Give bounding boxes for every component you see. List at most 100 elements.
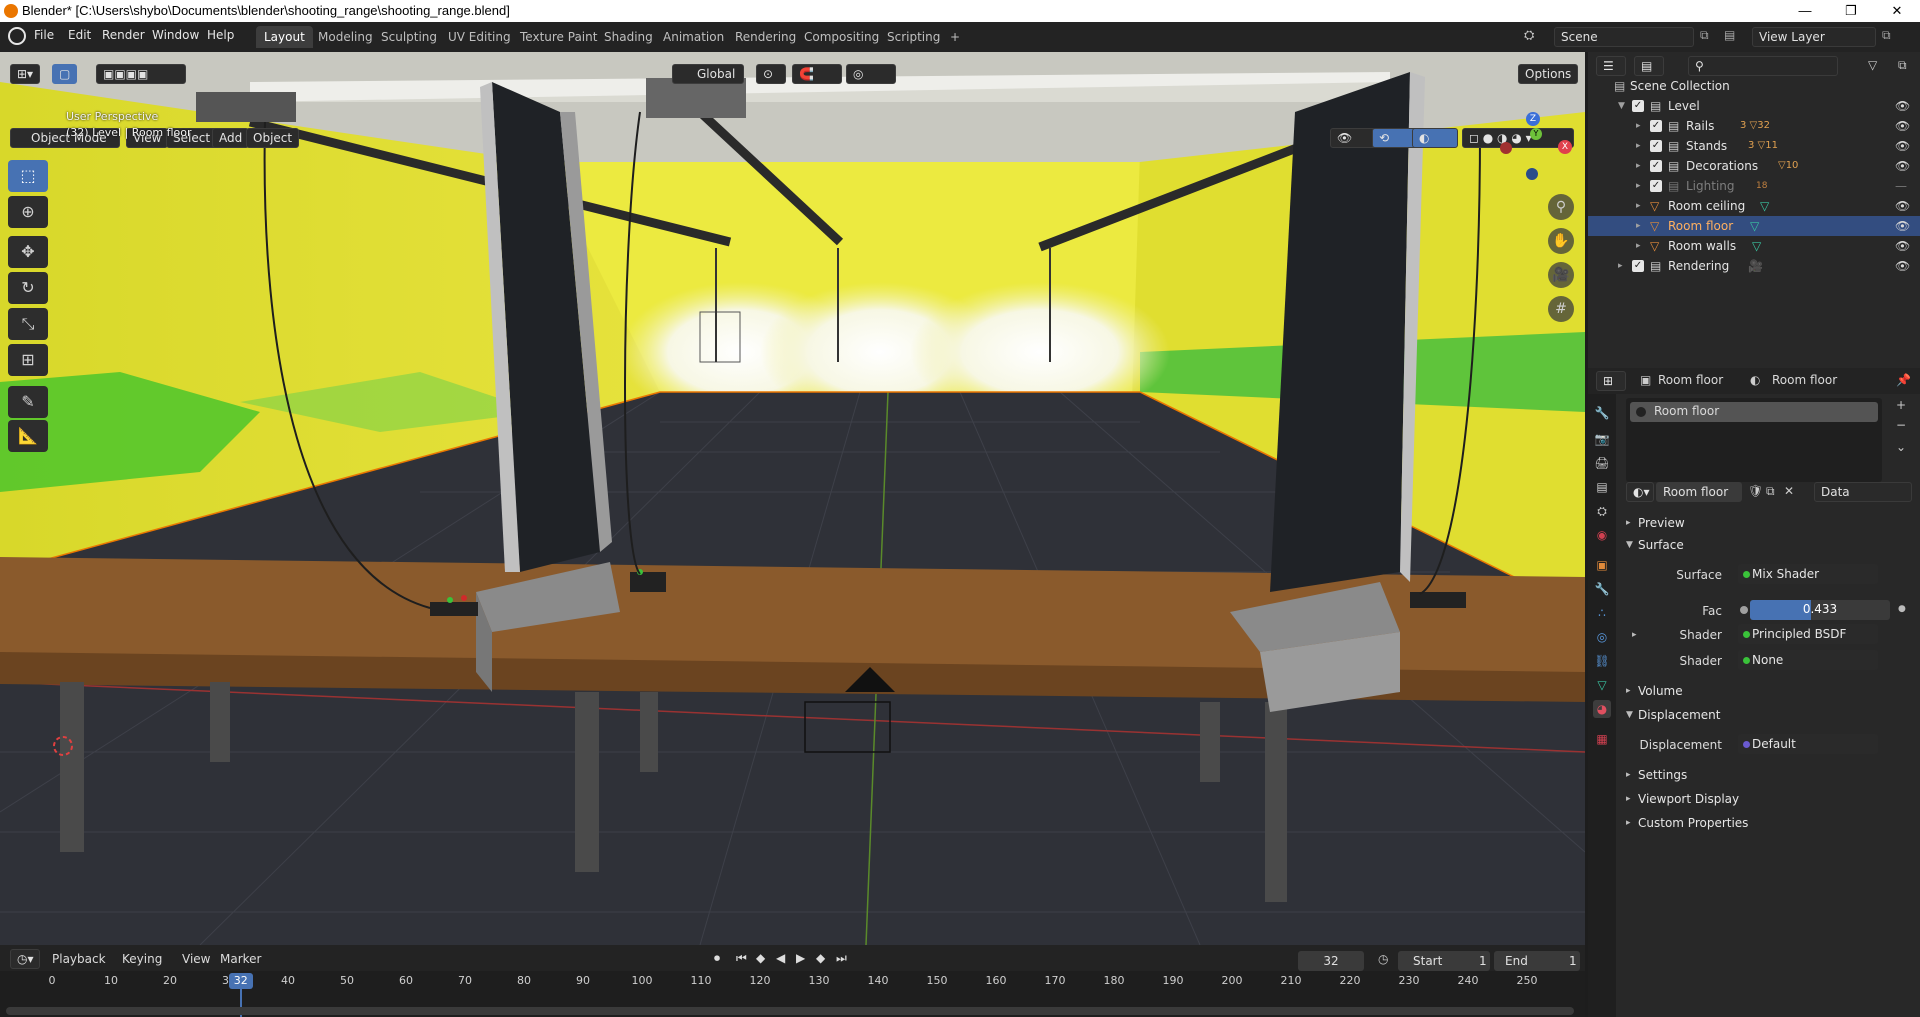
expand-arrow-icon[interactable]: ▸ — [1636, 156, 1646, 176]
checkbox-icon[interactable]: ✓ — [1632, 100, 1644, 112]
cursor-tool-icon[interactable]: ⊕ — [8, 196, 48, 228]
checkbox-icon[interactable]: ✓ — [1650, 180, 1662, 192]
eye-icon[interactable]: 👁 — [1895, 236, 1910, 256]
expand-arrow-icon[interactable]: ▸ — [1636, 136, 1646, 156]
playhead[interactable]: 32 — [228, 973, 253, 989]
menu-timeline-view[interactable]: View — [182, 952, 210, 966]
slot-menu-icon[interactable]: ⌄ — [1896, 440, 1906, 454]
checkbox-icon[interactable]: ✓ — [1650, 120, 1662, 132]
expand-arrow-icon[interactable]: ▸ — [1636, 176, 1646, 196]
shader1-selector[interactable]: Principled BSDF — [1738, 624, 1878, 644]
options-button[interactable]: Options — [1518, 64, 1579, 84]
outliner-row-rails[interactable]: ▸ ✓ ▤ Rails 3 ▽32 👁 — [1588, 116, 1920, 136]
display-mode-icon[interactable]: ▤ — [1634, 56, 1664, 76]
eye-icon[interactable]: 👁 — [1895, 156, 1910, 176]
rotate-tool-icon[interactable]: ↻ — [8, 272, 48, 304]
scene-tab-icon[interactable]: ⛭ — [1593, 502, 1611, 520]
outliner[interactable]: ☰ ▤ ⚲ ▽ ⧉ ▤ Scene Collection ▼ ✓ ▤ Level… — [1588, 52, 1920, 368]
new-collection-icon[interactable]: ⧉ — [1898, 58, 1907, 73]
outliner-row-stands[interactable]: ▸ ✓ ▤ Stands 3 ▽11 👁 — [1588, 136, 1920, 156]
surface-shader-selector[interactable]: Mix Shader — [1738, 564, 1878, 584]
duplicate-material-icon[interactable]: ⧉ — [1766, 484, 1775, 499]
tab-modeling[interactable]: Modeling — [310, 26, 381, 48]
new-scene-icon[interactable]: ⧉ — [1700, 28, 1709, 43]
outliner-row-room-floor[interactable]: ▸ ▽ Room floor ▽ 👁 — [1588, 216, 1920, 236]
output-tab-icon[interactable]: 🖨 — [1593, 454, 1611, 472]
play-reverse-icon[interactable]: ◀ — [776, 951, 785, 965]
menu-render[interactable]: Render — [102, 28, 145, 42]
pivot-icon[interactable]: ⊙ — [756, 64, 786, 84]
menu-add[interactable]: Add — [212, 128, 250, 148]
scale-tool-icon[interactable]: ⤡ — [8, 308, 48, 340]
camera-view-icon[interactable]: 🎥 — [1548, 262, 1574, 288]
ortho-grid-icon[interactable]: # — [1548, 296, 1574, 322]
play-icon[interactable]: ▶ — [796, 951, 805, 965]
tab-sculpting[interactable]: Sculpting — [373, 26, 445, 48]
tab-animation[interactable]: Animation — [655, 26, 732, 48]
zoom-icon[interactable]: ⚲ — [1548, 194, 1574, 220]
neg-x-axis-icon[interactable] — [1500, 142, 1512, 154]
eye-icon[interactable]: 👁 — [1895, 136, 1910, 156]
transform-orientation-selector[interactable]: Global — [672, 64, 744, 84]
breadcrumb-object[interactable]: Room floor — [1658, 373, 1723, 387]
measure-tool-icon[interactable]: 📐 — [8, 420, 48, 452]
eye-icon[interactable]: 👁 — [1895, 256, 1910, 276]
minimize-button[interactable]: — — [1782, 0, 1828, 22]
tab-rendering[interactable]: Rendering — [727, 26, 804, 48]
eye-icon[interactable]: 👁 — [1895, 196, 1910, 216]
preview-range-icon[interactable]: ◷ — [1378, 952, 1388, 966]
material-slot-list[interactable]: Room floor — [1626, 398, 1882, 482]
checkbox-icon[interactable]: ✓ — [1650, 140, 1662, 152]
expand-arrow-icon[interactable]: ▸ — [1636, 196, 1646, 216]
outliner-row-lighting[interactable]: ▸ ✓ ▤ Lighting 18 — — [1588, 176, 1920, 196]
add-workspace-button[interactable]: + — [942, 26, 968, 48]
section-preview[interactable]: ▸ Preview — [1618, 512, 1914, 534]
properties-editor[interactable]: ⊞ ▣ Room floor ◐ Room floor 📌 🔧 📷 🖨 ▤ ⛭ … — [1588, 368, 1920, 1017]
section-custom-properties[interactable]: ▸ Custom Properties — [1618, 812, 1914, 834]
tool-tab-icon[interactable]: 🔧 — [1593, 404, 1611, 422]
eye-hidden-icon[interactable]: — — [1895, 176, 1907, 196]
tab-compositing[interactable]: Compositing — [796, 26, 887, 48]
eye-icon[interactable]: 👁 — [1895, 216, 1910, 236]
new-view-layer-icon[interactable]: ⧉ — [1882, 28, 1891, 43]
z-axis-icon[interactable]: Z — [1526, 112, 1540, 126]
menu-file[interactable]: File — [34, 28, 54, 42]
tab-scripting[interactable]: Scripting — [879, 26, 948, 48]
pin-icon[interactable]: 📌 — [1896, 373, 1911, 387]
view-layer-tab-icon[interactable]: ▤ — [1593, 478, 1611, 496]
maximize-button[interactable]: ❐ — [1828, 0, 1874, 22]
pan-hand-icon[interactable]: ✋ — [1548, 228, 1574, 254]
modifier-tab-icon[interactable]: 🔧 — [1593, 580, 1611, 598]
section-surface[interactable]: ▼ Surface — [1618, 534, 1914, 556]
expand-arrow-icon[interactable]: ▸ — [1636, 116, 1646, 136]
editor-type-button[interactable]: ⊞▾ — [10, 64, 40, 84]
expand-arrow-icon[interactable]: ▸ — [1636, 216, 1646, 236]
blender-menu-icon[interactable] — [8, 27, 26, 45]
annotate-tool-icon[interactable]: ✎ — [8, 386, 48, 418]
outliner-row-decorations[interactable]: ▸ ✓ ▤ Decorations ▽10 👁 — [1588, 156, 1920, 176]
expand-arrow-icon[interactable]: ▼ — [1618, 96, 1628, 116]
menu-marker[interactable]: Marker — [220, 952, 261, 966]
section-settings[interactable]: ▸ Settings — [1618, 764, 1914, 786]
tab-uv-editing[interactable]: UV Editing — [440, 26, 519, 48]
x-axis-icon[interactable]: X — [1558, 140, 1572, 154]
menu-help[interactable]: Help — [207, 28, 234, 42]
shader2-selector[interactable]: None — [1738, 650, 1878, 670]
material-slot-row[interactable]: Room floor — [1630, 402, 1878, 422]
filter-icon[interactable]: ▽ — [1868, 58, 1877, 72]
overlay-toggle-icon[interactable]: ◐ — [1412, 128, 1458, 148]
timeline-editor-type-icon[interactable]: ◷▾ — [10, 949, 40, 969]
render-tab-icon[interactable]: 📷 — [1593, 430, 1611, 448]
unlink-material-icon[interactable]: ✕ — [1784, 484, 1794, 498]
material-name-field[interactable]: Room floor — [1656, 482, 1742, 502]
outliner-row-level[interactable]: ▼ ✓ ▤ Level 👁 — [1588, 96, 1920, 116]
menu-object[interactable]: Object — [246, 128, 300, 148]
data-tab-icon[interactable]: ▽ — [1593, 676, 1611, 694]
scene-selector[interactable]: Scene — [1554, 27, 1694, 47]
snap-icon[interactable]: 🧲 — [792, 64, 842, 84]
y-axis-icon[interactable]: Y — [1530, 128, 1542, 140]
expand-arrow-icon[interactable]: ▸ — [1636, 236, 1646, 256]
select-tool-icon[interactable]: ⬚ — [8, 160, 48, 192]
tab-shading[interactable]: Shading — [596, 26, 661, 48]
menu-playback[interactable]: Playback — [52, 952, 106, 966]
